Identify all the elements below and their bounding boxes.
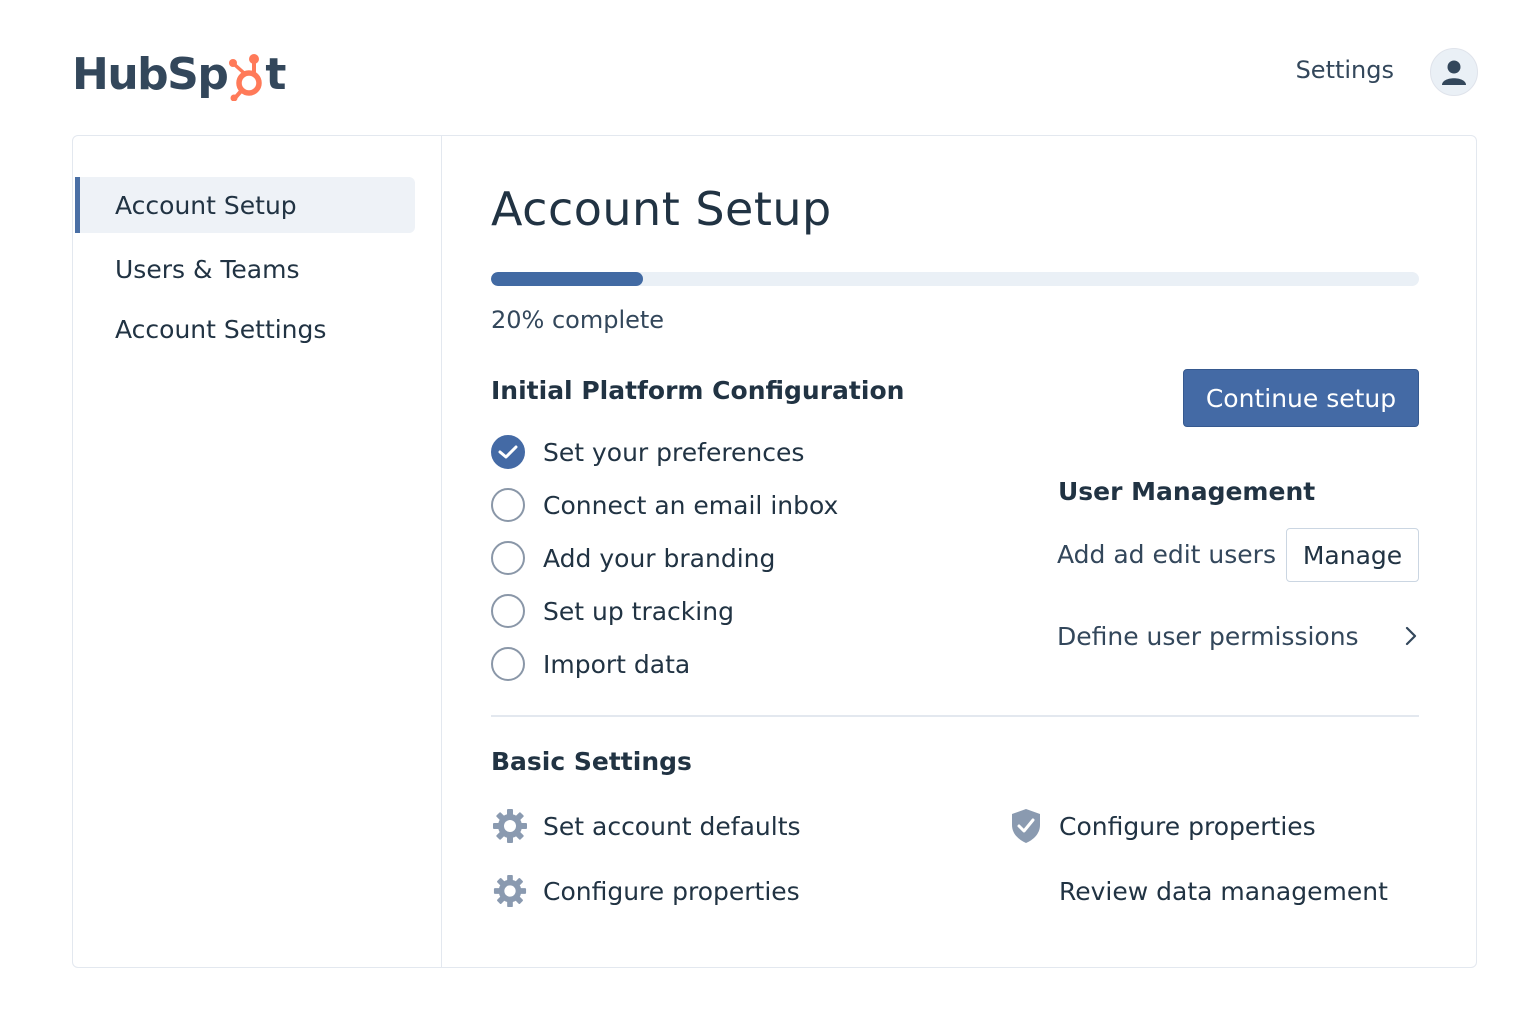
set-account-defaults-item[interactable]: Set account defaults	[491, 806, 801, 846]
logo-text: HubSp	[72, 48, 229, 100]
permissions-label: Define user permissions	[1057, 621, 1359, 651]
sidebar-item-account-settings[interactable]: Account Settings	[75, 301, 415, 357]
main-content: Account Setup 20% complete Initial Platf…	[443, 136, 1478, 967]
unchecked-circle-icon[interactable]	[491, 594, 525, 628]
settings-card: Account Setup Users & Teams Account Sett…	[72, 135, 1477, 968]
user-icon	[1442, 60, 1466, 85]
manage-button[interactable]: Manage	[1286, 528, 1419, 582]
hubspot-logo[interactable]: HubSp t	[72, 46, 286, 102]
sidebar-item-label: Account Settings	[115, 314, 327, 344]
task-label: Add your branding	[543, 543, 776, 573]
sidebar-item-users-teams[interactable]: Users & Teams	[75, 241, 415, 297]
continue-setup-button[interactable]: Continue setup	[1183, 369, 1419, 427]
top-header: HubSp t Settings	[0, 0, 1536, 136]
section-divider	[491, 715, 1419, 717]
setting-label: Configure properties	[1059, 811, 1316, 841]
task-label: Import data	[543, 649, 691, 679]
shield-check-icon	[1007, 807, 1045, 845]
task-set-preferences[interactable]: Set your preferences	[491, 434, 804, 470]
task-label: Set your preferences	[543, 437, 805, 467]
progress-fill	[491, 272, 644, 286]
task-setup-tracking[interactable]: Set up tracking	[491, 593, 734, 629]
setting-label: Set account defaults	[543, 811, 801, 841]
initial-config-title: Initial Platform Configuration	[491, 376, 905, 405]
checked-circle-icon[interactable]	[491, 435, 525, 469]
define-permissions-link[interactable]: Define user permissions	[1057, 616, 1419, 656]
avatar[interactable]	[1430, 48, 1478, 96]
sidebar: Account Setup Users & Teams Account Sett…	[73, 136, 442, 967]
user-management-title: User Management	[1058, 477, 1316, 506]
task-label: Set up tracking	[543, 596, 734, 626]
configure-properties-shield-item[interactable]: Configure properties	[1007, 806, 1316, 846]
sidebar-item-label: Account Setup	[115, 190, 297, 220]
gear-icon	[491, 807, 529, 845]
add-edit-users-text: Add ad edit users	[1057, 540, 1276, 569]
unchecked-circle-icon[interactable]	[491, 647, 525, 681]
task-label: Connect an email inbox	[543, 490, 839, 520]
setting-label: Configure properties	[543, 876, 800, 906]
unchecked-circle-icon[interactable]	[491, 488, 525, 522]
page-title: Account Setup	[491, 182, 832, 236]
basic-settings-title: Basic Settings	[491, 747, 692, 776]
unchecked-circle-icon[interactable]	[491, 541, 525, 575]
gear-icon	[491, 872, 529, 910]
chevron-right-icon	[1405, 626, 1417, 646]
configure-properties-item[interactable]: Configure properties	[491, 871, 800, 911]
task-add-branding[interactable]: Add your branding	[491, 540, 775, 576]
review-data-management-item[interactable]: Review data management	[1059, 871, 1388, 911]
sidebar-item-label: Users & Teams	[115, 254, 300, 284]
task-import-data[interactable]: Import data	[491, 646, 690, 682]
progress-bar	[491, 272, 1419, 286]
progress-label: 20% complete	[491, 306, 665, 334]
sprocket-icon	[227, 51, 267, 102]
task-connect-email[interactable]: Connect an email inbox	[491, 487, 838, 523]
setting-label: Review data management	[1059, 876, 1388, 906]
logo-text-end: t	[265, 48, 286, 100]
settings-link[interactable]: Settings	[1296, 56, 1394, 84]
sidebar-item-account-setup[interactable]: Account Setup	[75, 177, 415, 233]
